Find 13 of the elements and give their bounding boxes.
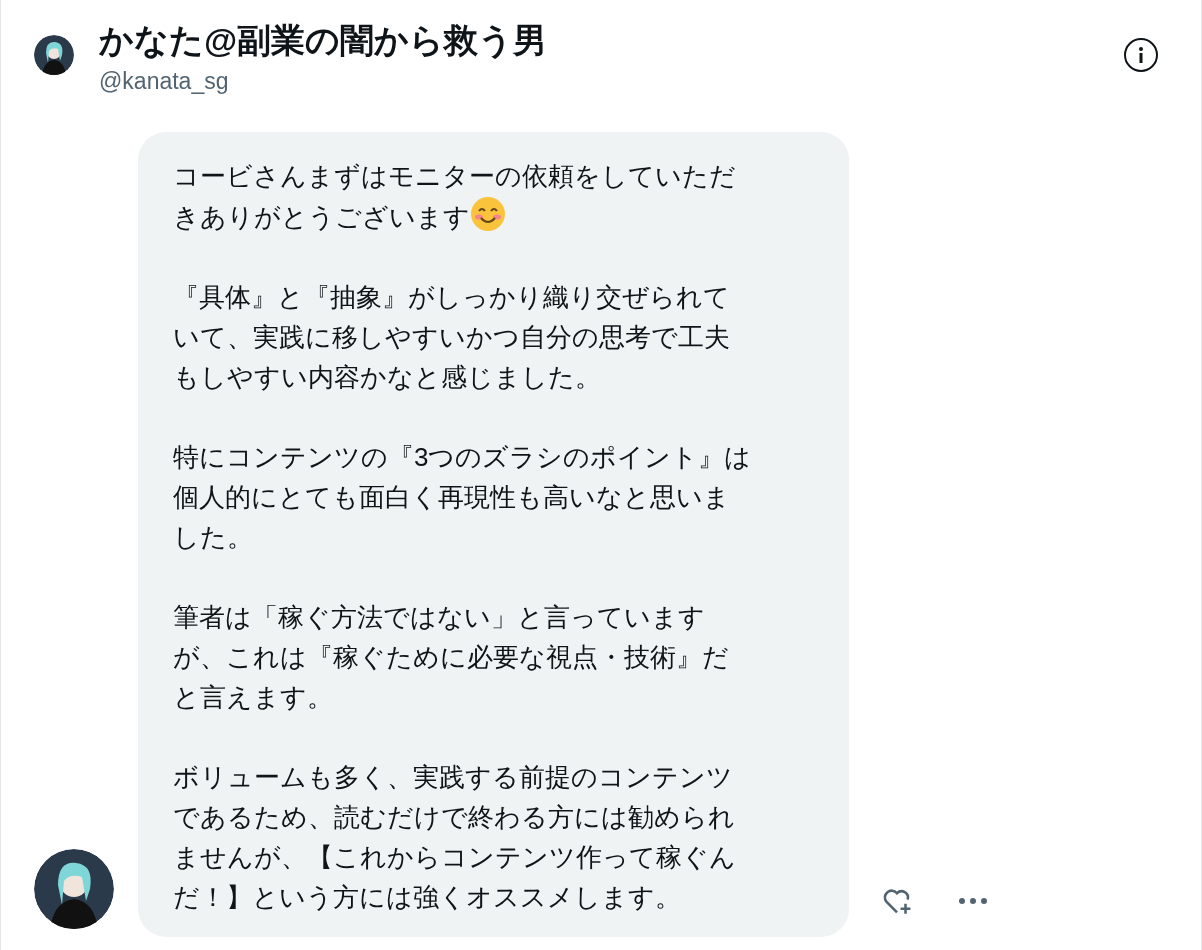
message-text: 特にコンテンツの『3つのズラシのポイント』は 個人的にとても面白く再現性も高いなと思いま した。 <box>173 441 753 554</box>
smiling-face-icon <box>470 196 506 232</box>
message-text: 『具体』と『抽象』がしっかり織り交ぜられて いて、実践に移しやすいかつ自分の思考で工夫 もしやすい内容かなと感じました。 <box>173 281 731 394</box>
info-icon <box>1138 47 1144 63</box>
message-text: コービさんまずはモニターの依頼をしていただ きありがとうございます <box>173 160 737 234</box>
avatar[interactable] <box>34 849 114 929</box>
username: @kanata_sg <box>99 67 230 96</box>
info-button[interactable] <box>1124 38 1158 72</box>
message-text: 筆者は「稼ぐ方法ではない」と言っています が、これは『稼ぐために必要な視点・技術』だ と言えます。 <box>173 601 730 714</box>
more-icon <box>958 897 988 905</box>
display-name: かなた@副業の闇から救う男 <box>99 20 548 61</box>
message-text: ボリュームも多く、実践する前提のコンテンツ であるため、読むだけで終わる方には勧められ ませんが、【これからコンテンツ作って稼ぐん だ！】という方には強くオススメします。 <box>173 761 737 914</box>
avatar[interactable] <box>34 35 74 75</box>
